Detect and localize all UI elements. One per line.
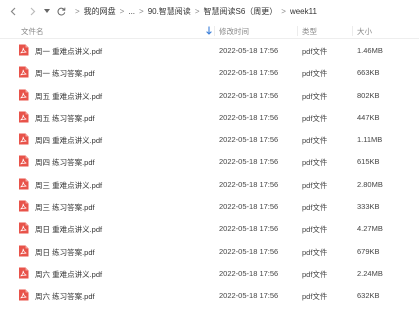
breadcrumb-item-smart-reading-s6[interactable]: 智慧阅读S6（周更） [203, 6, 277, 17]
file-name[interactable]: 周六 练习答案.pdf [35, 291, 95, 302]
column-header-type[interactable]: 类型 [302, 26, 317, 37]
breadcrumb-separator: > [75, 6, 80, 16]
file-size: 615KB [357, 157, 380, 167]
file-list: 周一 重难点讲义.pdf 2022-05-18 17:56 pdf文件 1.46MB 周… [0, 39, 419, 307]
file-name[interactable]: 周五 练习答案.pdf [35, 113, 95, 124]
pdf-file-icon [18, 155, 29, 167]
pdf-file-icon [18, 111, 29, 123]
file-list-header: 文件名 修改时间 类型 大小 [0, 22, 419, 39]
breadcrumb-item-current-folder: week11 [289, 6, 317, 16]
file-name[interactable]: 周一 练习答案.pdf [35, 68, 95, 79]
file-type: pdf文件 [302, 113, 328, 123]
file-modified-date: 2022-05-18 17:56 [219, 268, 279, 278]
file-type: pdf文件 [302, 69, 328, 79]
pdf-file-icon [18, 222, 29, 234]
column-header-date[interactable]: 修改时间 [219, 26, 249, 37]
file-modified-date: 2022-05-18 17:56 [219, 112, 279, 122]
sort-arrow-down-icon[interactable] [206, 26, 212, 37]
refresh-icon[interactable] [55, 4, 67, 18]
file-row[interactable]: 周四 重难点讲义.pdf 2022-05-18 17:56 pdf文件 1.11MB [0, 128, 419, 150]
file-modified-date: 2022-05-18 17:56 [219, 179, 279, 189]
file-type: pdf文件 [302, 47, 328, 56]
file-size: 679KB [357, 246, 380, 256]
column-header-size[interactable]: 大小 [357, 26, 372, 37]
file-size: 802KB [357, 90, 380, 100]
file-row[interactable]: 周五 练习答案.pdf 2022-05-18 17:56 pdf文件 447KB [0, 106, 419, 128]
breadcrumb-item-ellipsis[interactable]: ... [128, 7, 135, 16]
breadcrumb-separator: > [119, 6, 125, 16]
file-modified-date: 2022-05-18 17:56 [219, 68, 279, 78]
file-name[interactable]: 周四 重难点讲义.pdf [35, 135, 102, 146]
file-modified-date: 2022-05-18 17:56 [219, 46, 279, 55]
column-header-name[interactable]: 文件名 [21, 26, 44, 37]
file-size: 333KB [357, 202, 380, 212]
file-type: pdf文件 [302, 292, 328, 302]
pdf-file-icon [18, 44, 29, 56]
file-modified-date: 2022-05-18 17:56 [219, 135, 279, 145]
file-type: pdf文件 [302, 247, 328, 257]
file-modified-date: 2022-05-18 17:56 [219, 246, 279, 256]
file-row[interactable]: 周五 重难点讲义.pdf 2022-05-18 17:56 pdf文件 802KB [0, 84, 419, 106]
file-modified-date: 2022-05-18 17:56 [219, 224, 279, 234]
file-size: 663KB [357, 68, 380, 78]
breadcrumb-separator: > [139, 6, 144, 16]
file-size: 2.80MB [357, 179, 383, 189]
file-name[interactable]: 周三 练习答案.pdf [35, 202, 95, 213]
breadcrumb-separator: > [194, 6, 200, 16]
file-row[interactable]: 周四 练习答案.pdf 2022-05-18 17:56 pdf文件 615KB [0, 150, 419, 172]
file-type: pdf文件 [302, 180, 328, 190]
file-type: pdf文件 [302, 158, 328, 168]
history-dropdown-icon[interactable] [43, 4, 51, 18]
file-name[interactable]: 周四 练习答案.pdf [35, 157, 95, 168]
navigation-bar: > 我的网盘 > ... > 90.智慧阅读 > 智慧阅读S6（周更） > we… [0, 0, 419, 22]
column-divider[interactable] [352, 26, 353, 36]
file-row[interactable]: 周日 练习答案.pdf 2022-05-18 17:56 pdf文件 679KB [0, 240, 419, 262]
file-row[interactable]: 周三 重难点讲义.pdf 2022-05-18 17:56 pdf文件 2.80MB [0, 173, 419, 195]
pdf-file-icon [18, 245, 29, 257]
file-size: 2.24MB [357, 268, 383, 278]
file-name[interactable]: 周三 重难点讲义.pdf [35, 180, 102, 191]
file-size: 632KB [357, 291, 380, 301]
file-name[interactable]: 周日 重难点讲义.pdf [35, 224, 102, 235]
pdf-file-icon [18, 200, 29, 212]
pdf-file-icon [18, 89, 29, 101]
file-modified-date: 2022-05-18 17:56 [219, 202, 279, 212]
file-type: pdf文件 [302, 203, 328, 213]
file-row[interactable]: 周三 练习答案.pdf 2022-05-18 17:56 pdf文件 333KB [0, 195, 419, 217]
file-name[interactable]: 周六 重难点讲义.pdf [35, 269, 102, 280]
file-name[interactable]: 周五 重难点讲义.pdf [35, 91, 102, 102]
back-icon[interactable] [7, 4, 19, 18]
forward-icon[interactable] [27, 4, 39, 18]
breadcrumb-item-my-drive[interactable]: 我的网盘 [84, 6, 116, 17]
breadcrumb-separator: > [281, 6, 286, 16]
file-row[interactable]: 周六 重难点讲义.pdf 2022-05-18 17:56 pdf文件 2.24MB [0, 262, 419, 284]
file-name[interactable]: 周日 练习答案.pdf [35, 247, 95, 258]
pdf-file-icon [18, 289, 29, 301]
pdf-file-icon [18, 178, 29, 190]
file-row[interactable]: 周一 练习答案.pdf 2022-05-18 17:56 pdf文件 663KB [0, 61, 419, 83]
pdf-file-icon [18, 133, 29, 145]
file-type: pdf文件 [302, 269, 328, 279]
file-type: pdf文件 [302, 91, 328, 101]
file-modified-date: 2022-05-18 17:56 [219, 157, 279, 167]
pdf-file-icon [18, 267, 29, 279]
file-modified-date: 2022-05-18 17:56 [219, 90, 279, 100]
file-size: 4.27MB [357, 224, 383, 234]
pdf-file-icon [18, 66, 29, 78]
file-row[interactable]: 周一 重难点讲义.pdf 2022-05-18 17:56 pdf文件 1.46MB [0, 39, 419, 61]
file-name[interactable]: 周一 重难点讲义.pdf [35, 46, 102, 57]
file-size: 1.46MB [357, 46, 383, 55]
column-divider[interactable] [297, 26, 298, 36]
breadcrumb-item-smart-reading[interactable]: 90.智慧阅读 [148, 6, 191, 17]
file-size: 1.11MB [357, 135, 383, 145]
file-size: 447KB [357, 112, 380, 122]
file-row[interactable]: 周六 练习答案.pdf 2022-05-18 17:56 pdf文件 632KB [0, 284, 419, 306]
file-type: pdf文件 [302, 225, 328, 235]
file-modified-date: 2022-05-18 17:56 [219, 291, 279, 301]
breadcrumb: > 我的网盘 > ... > 90.智慧阅读 > 智慧阅读S6（周更） > we… [71, 6, 317, 17]
file-type: pdf文件 [302, 136, 328, 146]
file-row[interactable]: 周日 重难点讲义.pdf 2022-05-18 17:56 pdf文件 4.27MB [0, 217, 419, 239]
column-divider[interactable] [214, 26, 215, 36]
